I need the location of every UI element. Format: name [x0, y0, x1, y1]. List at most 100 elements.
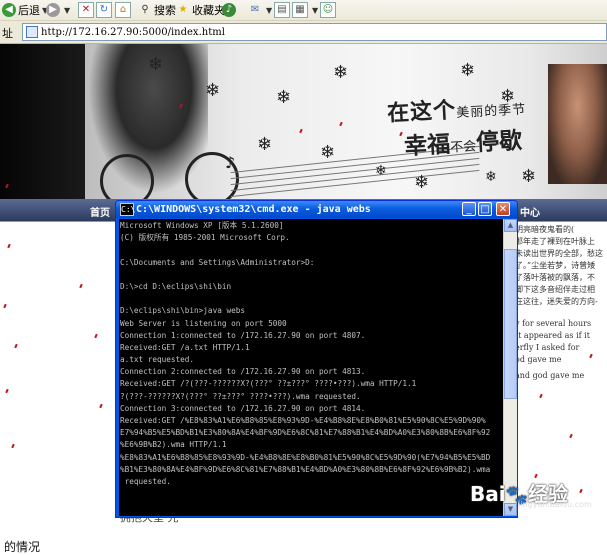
favorites-button[interactable]: ★ 收藏夹: [174, 1, 225, 19]
address-url: http://172.16.27.90:5000/index.html: [41, 26, 225, 38]
decoration: [5, 388, 9, 394]
edit-icon: ▦: [292, 2, 308, 18]
music-note-icon: ♪: [225, 153, 236, 172]
bicycle-wheel: [100, 154, 154, 199]
snowflake-icon: ❄: [521, 166, 537, 187]
mail-button[interactable]: ✉ ▼: [246, 1, 272, 19]
print-button[interactable]: ▤: [272, 1, 292, 19]
cmd-lines: Microsoft Windows XP [版本 5.1.2600] (C) 版权…: [120, 220, 503, 488]
article-line: od gave me: [515, 355, 562, 364]
forward-button[interactable]: ▶ ▼: [46, 1, 70, 19]
article-line: 了落叶落被的飘落，不: [515, 273, 595, 282]
messenger-icon: ☺: [320, 2, 336, 18]
snowflake-icon: ❄: [333, 62, 349, 83]
maximize-button[interactable]: □: [478, 202, 492, 216]
article-line: erfly I asked for: [515, 343, 580, 352]
cmd-output-line: Connection 1:connected to /172.16.27.90 …: [120, 330, 366, 340]
decoration: [11, 443, 15, 449]
nav-home-link[interactable]: 首页: [90, 204, 110, 219]
article-line: 了。”尘坐若梦，诗曾矮: [515, 261, 596, 270]
watermark-site: jingyan.baidu.com: [518, 500, 592, 509]
decoration: [94, 333, 98, 339]
cmd-output-line: Microsoft Windows XP [版本 5.1.2600]: [120, 221, 284, 230]
cmd-output-line: a.txt requested.: [120, 355, 195, 365]
media-icon: ♪: [222, 3, 236, 17]
cmd-output-line: C:\Documents and Settings\Administrator>…: [120, 257, 315, 267]
scroll-thumb[interactable]: [504, 249, 517, 399]
chevron-down-icon[interactable]: ▼: [64, 6, 70, 15]
snowflake-icon: ❄: [485, 169, 497, 185]
decoration: [3, 303, 7, 309]
snowflake-icon: ❄: [375, 163, 387, 179]
media-button[interactable]: ♪: [222, 1, 238, 19]
decoration: [14, 343, 18, 349]
banner-dark-edge: [0, 44, 85, 199]
cmd-output-line: requested.: [120, 476, 171, 486]
cmd-output-line: D:\eclips\shi\bin>java webs: [120, 306, 245, 316]
console-icon[interactable]: C:\: [120, 203, 135, 216]
close-button[interactable]: ✕: [496, 202, 510, 216]
scroll-up-button[interactable]: ▲: [504, 219, 517, 232]
man-portrait: [548, 64, 607, 184]
snowflake-icon: ❄: [276, 87, 292, 108]
article-line: 明亮暗夜鬼看的(: [515, 225, 575, 234]
edit-button[interactable]: ▦ ▼: [290, 1, 318, 19]
back-arrow-icon: ◀: [2, 3, 16, 17]
article-line: 脚下这多音绍伴走过相: [515, 285, 595, 294]
search-button[interactable]: ⚲ 搜索: [136, 1, 176, 19]
article-line: 在这往，迷失爱的方向-: [515, 297, 598, 306]
refresh-button[interactable]: ↻: [94, 1, 114, 19]
stop-icon: ✕: [78, 2, 94, 18]
snowflake-icon: ❄: [320, 142, 336, 163]
banner: ❄ ❄ ❄ ❄ ❄ ❄ ❄ ❄ ❄ ❄ ❄ ❄ ♪ 在这个美丽的季节 幸福不会停…: [0, 44, 607, 199]
snowflake-icon: ❄: [205, 80, 221, 101]
decoration: [7, 243, 11, 249]
page-icon: [26, 26, 38, 38]
music-staff: [230, 145, 480, 198]
home-icon: ⌂: [115, 2, 131, 18]
address-bar: 址 http://172.16.27.90:5000/index.html: [0, 21, 607, 44]
cmd-output-line: [120, 244, 503, 256]
messenger-button[interactable]: ☺: [318, 1, 338, 19]
cmd-output-line: Web Server is listening on port 5000: [120, 318, 287, 328]
home-button[interactable]: ⌂: [113, 1, 133, 19]
cmd-output-line: %B1%E3%80%8A%E4%BF%9D%E6%8C%81%E7%88%B1%…: [120, 464, 491, 474]
browser-toolbar: ◀ 后退 ▼ ▶ ▼ ✕ ↻ ⌂ ⚲ 搜索 ★ 收藏夹 ♪ ✉ ▼ ▤ ▦ ▼ …: [0, 0, 607, 21]
mail-icon: ✉: [250, 4, 260, 15]
cmd-output[interactable]: Microsoft Windows XP [版本 5.1.2600] (C) 版权…: [119, 219, 503, 516]
article-line: 未读出世界的全部，愁这: [515, 249, 603, 258]
cmd-output-line: Received:GET /?(???-??????X?(???° ??±???…: [120, 379, 417, 389]
cmd-output-line: ?(???-??????X?(???° ??±???° ????•???).wm…: [120, 391, 361, 401]
cmd-output-line: E7%94%B5%E5%BD%B1%E3%80%8A%E4%BF%9D%E6%8…: [120, 428, 491, 438]
back-label: 后退: [18, 4, 40, 17]
cmd-window[interactable]: C:\ C:\WINDOWS\system32\cmd.exe - java w…: [115, 200, 518, 518]
favorites-label: 收藏夹: [192, 4, 225, 17]
decoration: [569, 433, 573, 439]
star-icon: ★: [178, 4, 188, 15]
search-icon: ⚲: [141, 4, 149, 15]
forward-arrow-icon: ▶: [46, 3, 60, 17]
cmd-output-line: [120, 269, 503, 281]
snowflake-icon: ❄: [460, 60, 476, 81]
cmd-output-line: [120, 293, 503, 305]
address-input[interactable]: http://172.16.27.90:5000/index.html: [22, 23, 607, 41]
print-icon: ▤: [274, 2, 290, 18]
stop-button[interactable]: ✕: [76, 1, 96, 19]
nav-center-link[interactable]: 中心: [520, 204, 540, 219]
right-article: 明亮暗夜鬼看的( 那年走了裸到在叶脉上 未读出世界的全部，愁这 了。”尘坐若梦，…: [515, 224, 607, 424]
article-line: 那年走了裸到在叶脉上: [515, 237, 595, 246]
cmd-output-line: %E8%83%A1%E6%B8%85%E8%93%9D-%E4%B8%8E%E8…: [120, 452, 491, 462]
cmd-output-line: D:\>cd D:\eclips\shi\bin: [120, 281, 232, 291]
minimize-button[interactable]: _: [462, 202, 476, 216]
decoration: [99, 403, 103, 409]
cmd-output-line: (C) 版权所有 1985-2001 Microsoft Corp.: [120, 233, 290, 243]
snowflake-icon: ❄: [148, 54, 164, 75]
cmd-output-line: Received:GET /%E8%83%A1%E6%B8%85%E8%93%9…: [120, 416, 486, 425]
article-line: and god gave me: [515, 371, 585, 380]
cmd-output-line: Received:GET /a.txt HTTP/1.1: [120, 342, 250, 352]
page-text-partial: 的情况: [4, 540, 41, 554]
back-button[interactable]: ◀ 后退 ▼: [2, 1, 48, 19]
cmd-titlebar[interactable]: C:\ C:\WINDOWS\system32\cmd.exe - java w…: [116, 201, 517, 218]
cmd-scrollbar[interactable]: ▲ ▼: [503, 219, 517, 516]
address-label: 址: [2, 27, 13, 40]
